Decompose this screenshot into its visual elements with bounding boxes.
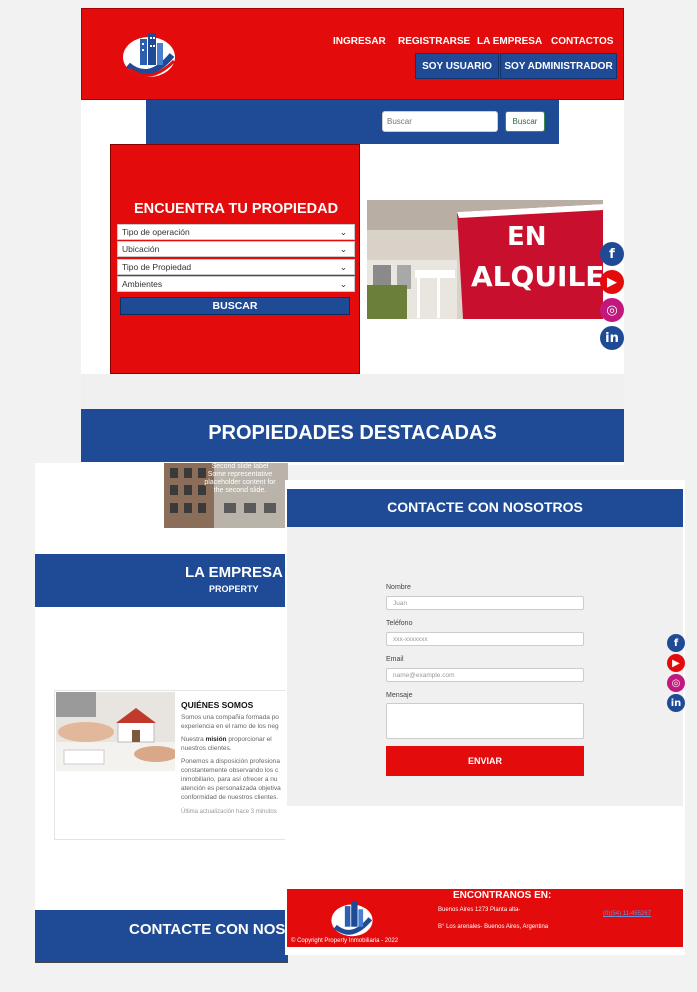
telefono-field[interactable]: xxx-xxxxxxx <box>386 632 584 646</box>
carousel-caption: Second slide label Some representative p… <box>192 463 288 495</box>
nombre-field[interactable]: Juan <box>386 596 584 610</box>
about-line: Ponemos a disposición profesiona <box>181 758 281 765</box>
select-ubicacion[interactable]: Ubicación ⌄ <box>117 241 355 257</box>
chevron-down-icon: ⌄ <box>339 278 347 289</box>
about-line: atención es personalizada objetiva <box>181 785 281 792</box>
caption-line: Some representative <box>207 471 273 478</box>
select-label: Tipo de operación <box>122 227 190 237</box>
contact-banner-left: CONTACTE CON NOS <box>35 910 288 963</box>
caption-line: Second slide label <box>211 463 269 470</box>
site-footer: ENCONTRANOS EN: Buenos Aires 1273 Planta… <box>287 889 683 947</box>
empresa-title: LA EMPRESA <box>185 564 283 581</box>
footer-address-1: Buenos Aires 1273 Planta alta- <box>438 907 521 913</box>
grey-band <box>81 374 624 410</box>
contact-left-title: CONTACTE CON NOS <box>129 921 286 938</box>
chevron-down-icon: ⌄ <box>339 226 347 237</box>
nav-la-empresa[interactable]: LA EMPRESA <box>477 36 542 47</box>
building-image: Second slide label Some representative p… <box>164 463 288 528</box>
about-image <box>56 692 175 771</box>
enviar-button[interactable]: ENVIAR <box>386 746 584 776</box>
about-text-part: Nuestra <box>181 736 206 743</box>
bottom-divider <box>35 962 288 963</box>
about-title: QUIÉNES SOMOS <box>181 700 254 710</box>
footer-title: ENCONTRANOS EN: <box>453 890 552 901</box>
empresa-banner: LA EMPRESA PROPERTY <box>35 554 288 607</box>
select-ambientes[interactable]: Ambientes ⌄ <box>117 276 355 292</box>
nombre-label: Nombre <box>386 584 411 591</box>
linkedin-icon[interactable]: in <box>600 326 624 350</box>
email-field[interactable]: name@example.com <box>386 668 584 682</box>
soy-usuario-button[interactable]: SOY USUARIO <box>415 53 499 79</box>
buscar-button[interactable]: BUSCAR <box>120 297 350 315</box>
linkedin-icon[interactable]: in <box>667 694 685 712</box>
featured-banner: PROPIEDADES DESTACADAS <box>81 409 624 462</box>
youtube-icon[interactable]: ▶ <box>667 654 685 672</box>
chevron-down-icon: ⌄ <box>339 243 347 254</box>
copyright: © Copyright Property Inmobiliaria - 2022 <box>291 938 399 944</box>
sign-line-2: ALQUILER <box>471 260 603 293</box>
footer-phone-link[interactable]: (0)(54) 11-455267 <box>603 911 651 917</box>
search-button[interactable]: Buscar <box>505 111 545 132</box>
about-mission-line: Nuestra misión proporcionar el <box>181 735 289 744</box>
nav-ingresar[interactable]: INGRESAR <box>333 36 386 47</box>
last-updated: Última actualización hace 3 minutos <box>181 809 277 815</box>
select-tipo-propiedad[interactable]: Tipo de Propiedad ⌄ <box>117 259 355 275</box>
facebook-icon[interactable]: f <box>600 242 624 266</box>
contact-title: CONTACTE CON NOSOTROS <box>387 499 583 515</box>
property-finder: ENCUENTRA TU PROPIEDAD Tipo de operación… <box>110 144 360 374</box>
about-line: nuestros clientes. <box>181 745 232 752</box>
contact-banner: CONTACTE CON NOSOTROS <box>287 489 683 527</box>
select-label: Ambientes <box>122 279 163 289</box>
soy-administrador-button[interactable]: SOY ADMINISTRADOR <box>500 53 617 79</box>
finder-title: ENCUENTRA TU PROPIEDAD <box>133 201 339 217</box>
site-header: INGRESAR REGISTRARSE LA EMPRESA CONTACTO… <box>81 8 624 100</box>
footer-address-2: B° Los arenales- Buenos Aires, Argentina <box>438 924 549 930</box>
facebook-icon[interactable]: f <box>667 634 685 652</box>
instagram-icon[interactable]: ◎ <box>667 674 685 692</box>
telefono-label: Teléfono <box>386 620 413 627</box>
chevron-down-icon: ⌄ <box>339 261 347 272</box>
mensaje-textarea[interactable] <box>386 703 584 739</box>
select-tipo-operacion[interactable]: Tipo de operación ⌄ <box>117 224 355 240</box>
featured-title: PROPIEDADES DESTACADAS <box>208 422 497 444</box>
youtube-icon[interactable]: ▶ <box>600 270 624 294</box>
select-label: Tipo de Propiedad <box>122 262 192 272</box>
search-input[interactable] <box>382 111 498 132</box>
about-text-part: proporcionar el <box>226 736 272 743</box>
about-text: Somos una compañía formada po experienci… <box>181 713 289 817</box>
footer-logo[interactable] <box>329 895 375 941</box>
about-line: constantemente observando los c <box>181 767 279 774</box>
caption-line: placeholder content for <box>204 479 276 486</box>
search-bar: Buscar <box>146 100 559 144</box>
email-label: Email <box>386 656 404 663</box>
hero-image: EN ALQUILER <box>367 200 603 319</box>
about-line: inmobiliario, para así ofrecer a nu <box>181 776 278 783</box>
select-label: Ubicación <box>122 244 160 254</box>
about-line: conformidad de nuestros clientes. <box>181 794 279 801</box>
mensaje-label: Mensaje <box>386 692 413 699</box>
empresa-subtitle: PROPERTY <box>209 584 259 594</box>
about-line: experiencia en el ramo de los neg <box>181 723 279 730</box>
instagram-icon[interactable]: ◎ <box>600 298 624 322</box>
nav-registrarse[interactable]: REGISTRARSE <box>398 36 470 47</box>
sign-line-1: EN <box>507 222 547 252</box>
company-logo[interactable] <box>120 25 178 83</box>
about-line: Somos una compañía formada po <box>181 714 279 721</box>
nav-contactos[interactable]: CONTACTOS <box>551 36 613 47</box>
about-card: QUIÉNES SOMOS Somos una compañía formada… <box>54 690 288 840</box>
mision-keyword: misión <box>205 736 227 743</box>
caption-line: the second slide. <box>213 487 267 494</box>
